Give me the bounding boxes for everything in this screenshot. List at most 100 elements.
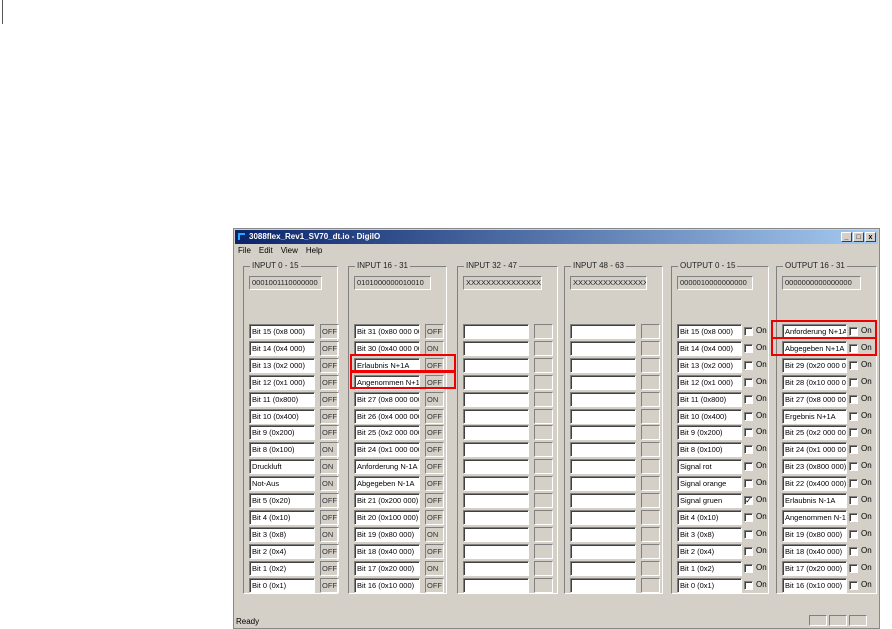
bit-label-field[interactable] [570,476,636,492]
bit-checkbox[interactable]: ✓ [744,496,753,505]
bit-label-field[interactable]: Bit 15 (0x8 000) [249,324,315,339]
bit-label-field[interactable]: Bit 13 (0x2 000) [249,357,315,373]
bit-label-field[interactable] [570,509,636,525]
bit-checkbox[interactable] [744,445,753,455]
bit-label-field[interactable]: Angenommen N-1A [782,509,847,525]
bit-label-field[interactable]: Bit 3 (0x8) [249,526,315,542]
bit-label-field[interactable]: Bit 25 (0x2 000 000 [354,425,420,441]
bit-label-field[interactable]: Bit 12 (0x1 000) [249,374,315,390]
bit-checkbox[interactable] [744,343,753,353]
bit-checkbox[interactable] [849,546,858,556]
bit-checkbox[interactable] [744,563,753,573]
bit-checkbox[interactable] [849,580,858,590]
bit-label-field[interactable]: Bit 2 (0x4) [677,543,742,559]
bit-label-field[interactable]: Erlaubnis N-1A [782,493,847,508]
bit-checkbox[interactable] [744,394,753,404]
bit-label-field[interactable]: Bit 24 (0x1 000 000 [354,442,420,458]
close-button[interactable]: x [865,232,876,242]
bit-label-field[interactable]: Bit 12 (0x1 000) [677,374,742,390]
bit-label-field[interactable] [463,324,529,339]
bit-label-field[interactable]: Bit 20 (0x100 000) [354,509,420,525]
bit-label-field[interactable]: Anforderung N-1A [354,459,420,475]
bit-label-field[interactable]: Bit 31 (0x80 000 00 [354,324,420,339]
bit-label-field[interactable]: Ergebnis N+1A [782,408,847,424]
bit-checkbox[interactable] [849,394,858,404]
bit-label-field[interactable]: Bit 8 (0x100) [677,442,742,458]
bit-checkbox[interactable] [744,360,753,370]
menu-edit[interactable]: Edit [259,245,273,257]
bit-checkbox[interactable] [744,512,753,522]
bit-label-field[interactable]: Bit 19 (0x80 000) [782,526,847,542]
bit-checkbox[interactable] [849,563,858,573]
bit-checkbox[interactable] [744,411,753,421]
bit-label-field[interactable] [463,459,529,475]
bit-checkbox[interactable] [849,496,858,505]
bit-label-field[interactable]: Bit 0 (0x1) [249,577,315,593]
bit-label-field[interactable]: Not-Aus [249,476,315,492]
bit-checkbox[interactable] [849,462,858,472]
bit-label-field[interactable]: Bit 27 (0x8 000 000 [354,391,420,407]
bit-label-field[interactable] [570,425,636,441]
menu-view[interactable]: View [281,245,298,257]
bit-label-field[interactable]: Bit 17 (0x20 000) [782,560,847,576]
menu-help[interactable]: Help [306,245,322,257]
bit-label-field[interactable] [463,442,529,458]
bit-label-field[interactable] [463,391,529,407]
bit-label-field[interactable]: Bit 22 (0x400 000) [782,476,847,492]
maximize-button[interactable]: □ [853,232,864,242]
bit-label-field[interactable]: Signal orange [677,476,742,492]
bit-checkbox[interactable] [744,377,753,387]
bit-checkbox[interactable] [849,445,858,455]
bit-label-field[interactable] [463,340,529,356]
bit-label-field[interactable] [570,459,636,475]
bit-label-field[interactable]: Bit 10 (0x400) [249,408,315,424]
bit-label-field[interactable]: Bit 1 (0x2) [677,560,742,576]
bit-label-field[interactable] [570,526,636,542]
bit-label-field[interactable] [570,408,636,424]
bit-label-field[interactable]: Bit 4 (0x10) [677,509,742,525]
bit-label-field[interactable]: Bit 25 (0x2 000 000 [782,425,847,441]
bit-label-field[interactable] [463,509,529,525]
bit-label-field[interactable]: Druckluft [249,459,315,475]
bit-checkbox[interactable] [849,428,858,438]
bit-checkbox[interactable] [849,479,858,489]
bit-checkbox[interactable] [849,360,858,370]
bit-label-field[interactable]: Bit 29 (0x20 000 000 [782,357,847,373]
bit-label-field[interactable]: Bit 3 (0x8) [677,526,742,542]
bit-label-field[interactable]: Bit 9 (0x200) [249,425,315,441]
bit-label-field[interactable] [463,374,529,390]
bit-label-field[interactable]: Bit 17 (0x20 000) [354,560,420,576]
bit-label-field[interactable] [570,357,636,373]
bit-label-field[interactable]: Bit 18 (0x40 000) [782,543,847,559]
minimize-button[interactable]: _ [841,232,852,242]
bit-label-field[interactable]: Bit 0 (0x1) [677,577,742,593]
menu-file[interactable]: File [238,245,251,257]
bit-label-field[interactable]: Bit 15 (0x8 000) [677,324,742,339]
bit-label-field[interactable]: Bit 11 (0x800) [249,391,315,407]
bit-label-field[interactable]: Bit 24 (0x1 000 000 [782,442,847,458]
bit-label-field[interactable] [463,408,529,424]
bit-label-field[interactable] [570,442,636,458]
bit-label-field[interactable]: Bit 11 (0x800) [677,391,742,407]
bit-checkbox[interactable] [849,377,858,387]
bit-label-field[interactable] [463,560,529,576]
bit-checkbox[interactable] [744,546,753,556]
bit-checkbox[interactable] [849,411,858,421]
bit-label-field[interactable]: Bit 2 (0x4) [249,543,315,559]
bit-label-field[interactable]: Bit 13 (0x2 000) [677,357,742,373]
bit-checkbox[interactable] [744,428,753,438]
bit-label-field[interactable] [463,493,529,508]
bit-label-field[interactable]: Bit 27 (0x8 000 000 [782,391,847,407]
bit-checkbox[interactable] [744,462,753,472]
bit-label-field[interactable] [570,340,636,356]
bit-label-field[interactable]: Bit 26 (0x4 000 000 [354,408,420,424]
bit-label-field[interactable]: Bit 4 (0x10) [249,509,315,525]
bit-checkbox[interactable] [744,529,753,539]
bit-label-field[interactable] [463,476,529,492]
bit-label-field[interactable] [570,324,636,339]
bit-label-field[interactable] [570,577,636,593]
bit-label-field[interactable]: Bit 1 (0x2) [249,560,315,576]
bit-label-field[interactable]: Bit 16 (0x10 000) [782,577,847,593]
bit-label-field[interactable] [570,560,636,576]
bit-checkbox[interactable] [744,580,753,590]
